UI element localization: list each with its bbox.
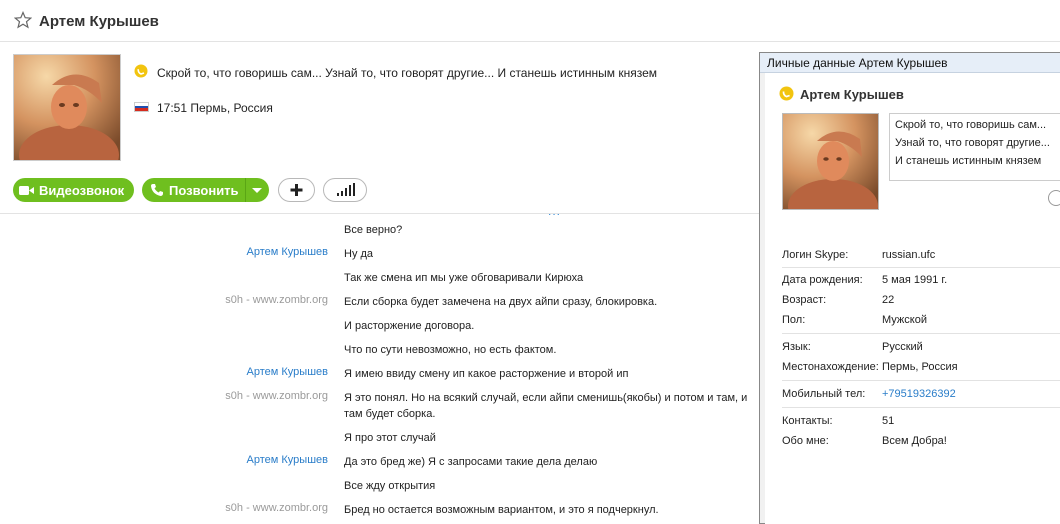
local-time-location: 17:51 Пермь, Россия bbox=[157, 101, 273, 115]
video-camera-icon bbox=[19, 185, 34, 195]
chat-message-text: Ну да bbox=[344, 248, 374, 260]
chat-message-text: Если сборка будет замечена на двух айпи … bbox=[344, 296, 658, 308]
field-label: Логин Skype: bbox=[782, 249, 849, 261]
chat-sender-name[interactable]: Артем Курышев bbox=[247, 246, 328, 258]
chat-message-text: Все жду открытия bbox=[344, 480, 436, 492]
chat-sender-name[interactable]: s0h - www.zombr.org bbox=[225, 502, 328, 514]
video-call-label: Видеозвонок bbox=[39, 182, 125, 198]
phone-icon bbox=[151, 184, 163, 196]
signal-bars-icon bbox=[337, 183, 355, 196]
mood-message: Скрой то, что говоришь сам... Узнай то, … bbox=[157, 66, 658, 80]
divider bbox=[782, 333, 1060, 334]
profile-name: Артем Курышев bbox=[800, 87, 904, 102]
field-label: Мобильный тел: bbox=[782, 388, 866, 400]
chat-message-text: Да это бред же) Я с запросами такие дела… bbox=[344, 456, 598, 468]
russia-flag-icon bbox=[134, 102, 149, 112]
field-value: Всем Добра! bbox=[882, 435, 947, 447]
chat-message-text: Все верно? bbox=[344, 224, 403, 236]
field-label: Контакты: bbox=[782, 415, 833, 427]
field-value: 51 bbox=[882, 415, 895, 427]
profile-avatar bbox=[782, 113, 879, 210]
field-label: Язык: bbox=[782, 341, 811, 353]
chat-message-text: Я про этот случай bbox=[344, 432, 436, 444]
call-quality-button[interactable] bbox=[323, 178, 367, 202]
skype-mood-icon bbox=[134, 64, 148, 78]
call-button[interactable]: Позвонить bbox=[142, 178, 269, 202]
call-button-separator bbox=[245, 178, 246, 202]
call-label: Позвонить bbox=[169, 182, 239, 198]
field-label: Возраст: bbox=[782, 294, 827, 306]
more-info-button[interactable] bbox=[1048, 190, 1060, 206]
field-label: Обо мне: bbox=[782, 435, 829, 447]
field-value: Русский bbox=[882, 341, 923, 353]
divider bbox=[782, 407, 1060, 408]
personal-data-window: Личные данные Артем Курышев Артем Курыше… bbox=[759, 52, 1060, 524]
contact-header: Артем Курышев bbox=[0, 0, 1060, 42]
chat-sender-name[interactable]: s0h - www.zombr.org bbox=[225, 294, 328, 306]
resize-handle-dots[interactable]: ... bbox=[548, 204, 561, 218]
skype-status-icon bbox=[779, 86, 794, 101]
chat-sender-name[interactable]: s0h - www.zombr.org bbox=[225, 390, 328, 402]
field-label: Местонахождение: bbox=[782, 361, 879, 373]
field-value: 22 bbox=[882, 294, 895, 306]
favorite-star-icon[interactable] bbox=[14, 11, 32, 29]
profile-mood-box: Скрой то, что говоришь сам... Узнай то, … bbox=[889, 113, 1060, 181]
chat-message-text: Я это понял. Но на всякий случай, если а… bbox=[344, 392, 748, 420]
add-contact-button[interactable] bbox=[278, 178, 315, 202]
video-call-button[interactable]: Видеозвонок bbox=[13, 178, 134, 202]
chat-message-text: Я имею ввиду смену ип какое расторжение … bbox=[344, 368, 629, 380]
chat-sender-name[interactable]: Артем Курышев bbox=[247, 366, 328, 378]
window-title: Личные данные Артем Курышев bbox=[760, 53, 1060, 73]
personal-data-panel: Артем Курышев Скрой то, что говоришь сам… bbox=[765, 73, 1060, 524]
field-value: 5 мая 1991 г. bbox=[882, 274, 948, 286]
chat-message-text: И расторжение договора. bbox=[344, 320, 475, 332]
divider bbox=[782, 267, 1060, 268]
field-value: russian.ufc bbox=[882, 249, 936, 261]
chat-message-text: Бред но остается возможным вариантом, и … bbox=[344, 504, 659, 516]
field-value: Пермь, Россия bbox=[882, 361, 958, 373]
chat-message-text: Что по сути невозможно, но есть фактом. bbox=[344, 344, 557, 356]
chat-message-text: Так же смена ип мы уже обговаривали Кирю… bbox=[344, 272, 584, 284]
mobile-phone-link[interactable]: +79519326392 bbox=[882, 388, 956, 400]
divider bbox=[782, 380, 1060, 381]
plus-icon bbox=[290, 184, 303, 196]
profile-chat-divider bbox=[0, 213, 760, 214]
contact-name-title: Артем Курышев bbox=[39, 13, 159, 30]
call-dropdown-chevron-down-icon[interactable] bbox=[252, 188, 262, 193]
field-label: Пол: bbox=[782, 314, 806, 326]
contact-avatar[interactable] bbox=[13, 54, 121, 161]
chat-sender-name[interactable]: Артем Курышев bbox=[247, 454, 328, 466]
field-value: Мужской bbox=[882, 314, 927, 326]
field-label: Дата рождения: bbox=[782, 274, 863, 286]
